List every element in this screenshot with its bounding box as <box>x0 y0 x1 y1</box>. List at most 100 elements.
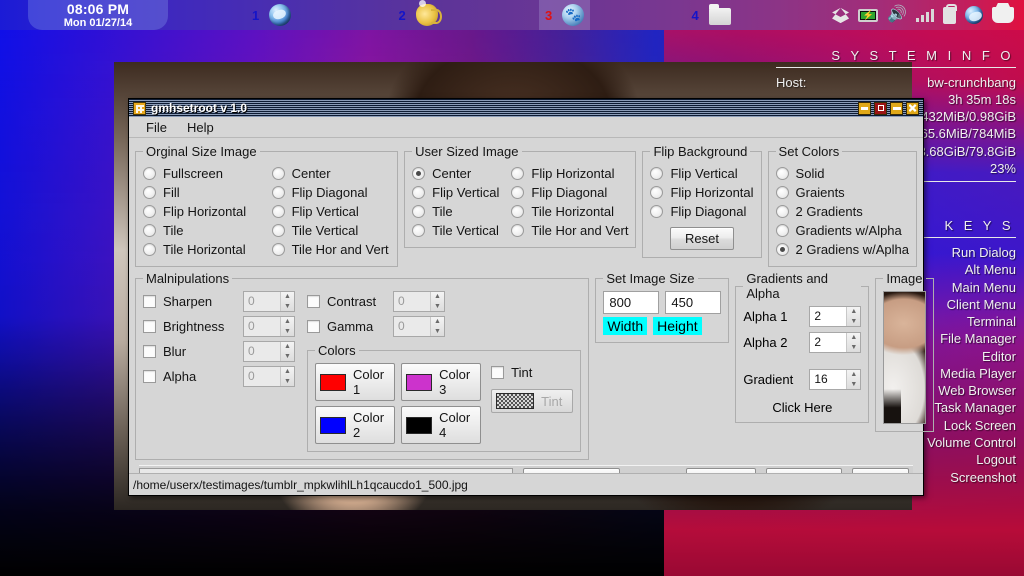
radio-user-flip-diagonal[interactable]: Flip Diagonal <box>511 183 628 202</box>
alpha-1-spinner[interactable]: 2▲▼ <box>809 306 861 327</box>
radio-fullscreen[interactable]: Fullscreen <box>143 164 262 183</box>
chevron-up-icon[interactable]: ▲ <box>431 317 444 327</box>
minimize-button[interactable] <box>858 102 871 115</box>
width-input[interactable] <box>603 291 659 314</box>
checkbox-sharpen[interactable]: Sharpen <box>143 292 235 311</box>
radio-user-tile-hor-and-vert[interactable]: Tile Hor and Vert <box>511 221 628 240</box>
chevron-down-icon[interactable]: ▼ <box>847 343 860 353</box>
color-4-button[interactable]: Color 4 <box>401 406 481 444</box>
shade-button[interactable] <box>890 102 903 115</box>
chevron-up-icon[interactable]: ▲ <box>847 307 860 317</box>
checkbox-tint[interactable]: Tint <box>491 363 573 382</box>
dropbox-icon[interactable] <box>832 7 849 22</box>
color-2-button[interactable]: Color 2 <box>315 406 395 444</box>
globe-icon[interactable] <box>965 6 983 24</box>
checkbox-blur[interactable]: Blur <box>143 342 235 361</box>
volume-icon[interactable]: 🔊 <box>887 7 907 23</box>
radio-user-center[interactable]: Center <box>412 164 501 183</box>
color-1-button[interactable]: Color 1 <box>315 363 395 401</box>
chevron-up-icon[interactable]: ▲ <box>281 317 294 327</box>
chevron-down-icon[interactable]: ▼ <box>847 317 860 327</box>
menu-file[interactable]: File <box>137 119 176 136</box>
scanner-icon[interactable] <box>992 7 1014 23</box>
reset-button[interactable]: Reset <box>670 227 734 250</box>
checkbox-contrast[interactable]: Contrast <box>307 292 385 311</box>
desktop-switcher-3[interactable]: 3 <box>539 0 590 30</box>
radio-flip-horizontal[interactable]: Flip Horizontal <box>143 202 262 221</box>
folder-icon[interactable] <box>709 8 731 25</box>
chevron-down-icon[interactable]: ▼ <box>847 380 860 390</box>
image-preview-frame[interactable] <box>883 291 925 424</box>
desktop-switcher-2[interactable]: 2 <box>393 0 444 30</box>
chevron-down-icon[interactable]: ▼ <box>281 327 294 337</box>
paw-icon[interactable] <box>562 4 584 26</box>
checkbox-alpha[interactable]: Alpha <box>143 367 235 386</box>
spinner-arrows[interactable]: ▲▼ <box>430 317 444 336</box>
gradient-spinner[interactable]: 16▲▼ <box>809 369 861 390</box>
radio-user-tile[interactable]: Tile <box>412 202 501 221</box>
click-here-label[interactable]: Click Here <box>743 400 861 415</box>
radio-tile-vertical[interactable]: Tile Vertical <box>272 221 391 240</box>
chevron-down-icon[interactable]: ▼ <box>431 327 444 337</box>
chevron-down-icon[interactable]: ▼ <box>281 302 294 312</box>
clock-widget[interactable]: 08:06 PM Mon 01/27/14 <box>28 0 168 30</box>
alpha-2-spinner[interactable]: 2▲▼ <box>809 332 861 353</box>
globe-icon[interactable] <box>269 4 291 26</box>
radio-graients[interactable]: Graients <box>776 183 909 202</box>
chevron-down-icon[interactable]: ▼ <box>431 302 444 312</box>
menu-help[interactable]: Help <box>178 119 223 136</box>
radio-solid[interactable]: Solid <box>776 164 909 183</box>
close-button[interactable] <box>906 102 919 115</box>
radio-fill[interactable]: Fill <box>143 183 262 202</box>
radio-tile-horizontal[interactable]: Tile Horizontal <box>143 240 262 259</box>
radio-2-gradients[interactable]: 2 Gradients <box>776 202 909 221</box>
radio-user-flip-vertical[interactable]: Flip Vertical <box>412 183 501 202</box>
signal-icon[interactable] <box>916 8 934 22</box>
spinner-arrows[interactable]: ▲▼ <box>846 370 860 389</box>
radio-user-tile-vertical[interactable]: Tile Vertical <box>412 221 501 240</box>
maximize-button[interactable] <box>874 102 887 115</box>
spinner-gamma[interactable]: 0▲▼ <box>393 316 445 337</box>
spinner-alpha[interactable]: 0▲▼ <box>243 366 295 387</box>
window-titlebar[interactable]: gmhsetroot v 1.0 <box>129 99 923 117</box>
spinner-arrows[interactable]: ▲▼ <box>280 292 294 311</box>
clipboard-icon[interactable] <box>943 7 956 24</box>
radio-tile[interactable]: Tile <box>143 221 262 240</box>
radio-user-tile-horizontal[interactable]: Tile Horizontal <box>511 202 628 221</box>
chevron-down-icon[interactable]: ▼ <box>281 352 294 362</box>
radio-tile-hor-and-vert[interactable]: Tile Hor and Vert <box>272 240 391 259</box>
spinner-contrast[interactable]: 0▲▼ <box>393 291 445 312</box>
chevron-up-icon[interactable]: ▲ <box>281 342 294 352</box>
spinner-arrows[interactable]: ▲▼ <box>846 307 860 326</box>
chevron-up-icon[interactable]: ▲ <box>431 292 444 302</box>
color-3-button[interactable]: Color 3 <box>401 363 481 401</box>
height-input[interactable] <box>665 291 721 314</box>
spinner-arrows[interactable]: ▲▼ <box>280 367 294 386</box>
radio-bg-flip-horizontal[interactable]: Flip Horizontal <box>650 183 753 202</box>
radio-flip-diagonal[interactable]: Flip Diagonal <box>272 183 391 202</box>
spinner-arrows[interactable]: ▲▼ <box>846 333 860 352</box>
spinner-sharpen[interactable]: 0▲▼ <box>243 291 295 312</box>
spinner-arrows[interactable]: ▲▼ <box>280 342 294 361</box>
radio-bg-flip-vertical[interactable]: Flip Vertical <box>650 164 753 183</box>
chevron-down-icon[interactable]: ▼ <box>281 377 294 387</box>
radio-gradients-w-alpha[interactable]: Gradients w/Alpha <box>776 221 909 240</box>
chevron-up-icon[interactable]: ▲ <box>847 370 860 380</box>
radio-center[interactable]: Center <box>272 164 391 183</box>
chevron-up-icon[interactable]: ▲ <box>281 292 294 302</box>
desktop-switcher-4[interactable]: 4 <box>686 0 737 30</box>
spinner-arrows[interactable]: ▲▼ <box>280 317 294 336</box>
spinner-arrows[interactable]: ▲▼ <box>430 292 444 311</box>
radio-bg-flip-diagonal[interactable]: Flip Diagonal <box>650 202 753 221</box>
radio-user-flip-horizontal[interactable]: Flip Horizontal <box>511 164 628 183</box>
desktop-switcher-1[interactable]: 1 <box>246 0 297 30</box>
teapot-icon[interactable] <box>416 4 438 26</box>
checkbox-gamma[interactable]: Gamma <box>307 317 385 336</box>
battery-icon[interactable] <box>858 9 878 22</box>
checkbox-brightness[interactable]: Brightness <box>143 317 235 336</box>
chevron-up-icon[interactable]: ▲ <box>847 333 860 343</box>
spinner-brightness[interactable]: 0▲▼ <box>243 316 295 337</box>
radio-2-gradiens-w-aplha[interactable]: 2 Gradiens w/Aplha <box>776 240 909 259</box>
radio-flip-vertical[interactable]: Flip Vertical <box>272 202 391 221</box>
chevron-up-icon[interactable]: ▲ <box>281 367 294 377</box>
